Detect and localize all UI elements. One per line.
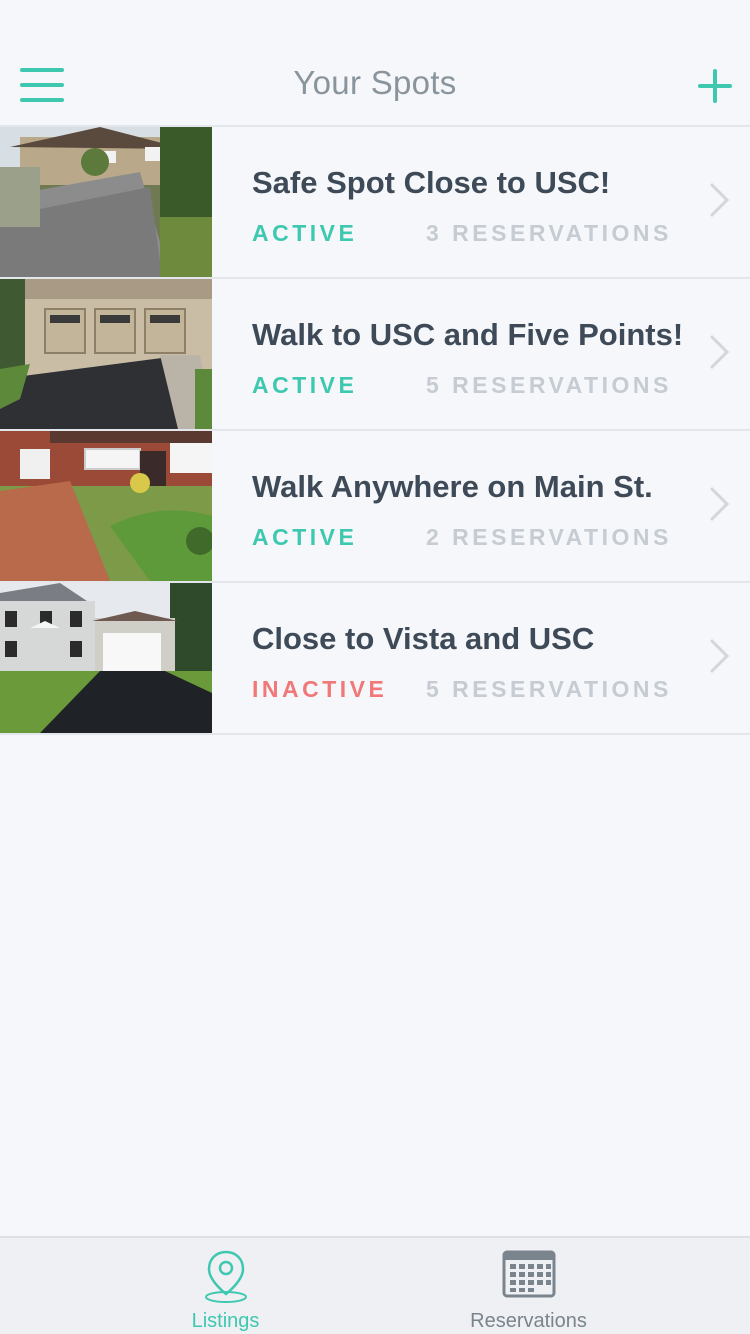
map-pin-icon: [204, 1250, 247, 1303]
chevron-right-icon: [709, 182, 730, 218]
list-item[interactable]: Safe Spot Close to USC! ACTIVE 3 RESERVA…: [0, 127, 750, 279]
listing-photo: [0, 127, 212, 277]
listings-list: Safe Spot Close to USC! ACTIVE 3 RESERVA…: [0, 127, 750, 735]
listing-title: Walk to USC and Five Points!: [252, 317, 684, 352]
listing-title: Safe Spot Close to USC!: [252, 165, 611, 200]
status-badge: ACTIVE: [252, 524, 358, 550]
tab-bar: Listings Reservations: [0, 1236, 750, 1334]
chevron-right-icon: [709, 486, 730, 522]
list-item[interactable]: Close to Vista and USC INACTIVE 5 RESERV…: [0, 583, 750, 735]
reservation-count: 3 RESERVATIONS: [426, 220, 672, 246]
chevron-right-icon: [709, 638, 730, 674]
list-item[interactable]: Walk to USC and Five Points! ACTIVE 5 RE…: [0, 279, 750, 431]
page-title: Your Spots: [293, 64, 457, 101]
calendar-grid-icon: [502, 1250, 555, 1298]
tab-reservations[interactable]: Reservations: [341, 1238, 716, 1334]
listing-photo: [0, 583, 212, 733]
status-badge: ACTIVE: [252, 220, 358, 246]
reservation-count: 2 RESERVATIONS: [426, 524, 672, 550]
add-spot-button[interactable]: [698, 69, 732, 103]
listing-title: Close to Vista and USC: [252, 621, 595, 656]
listing-photo: [0, 279, 212, 429]
status-badge: INACTIVE: [252, 676, 388, 702]
reservation-count: 5 RESERVATIONS: [426, 372, 672, 398]
chevron-right-icon: [709, 334, 730, 370]
listing-photo: [0, 431, 212, 581]
reservation-count: 5 RESERVATIONS: [426, 676, 672, 702]
status-badge: ACTIVE: [252, 372, 358, 398]
list-item[interactable]: Walk Anywhere on Main St. ACTIVE 2 RESER…: [0, 431, 750, 583]
listing-title: Walk Anywhere on Main St.: [252, 469, 653, 504]
nav-header: Your Spots: [0, 0, 750, 127]
tab-reservations-label: Reservations: [470, 1310, 587, 1332]
